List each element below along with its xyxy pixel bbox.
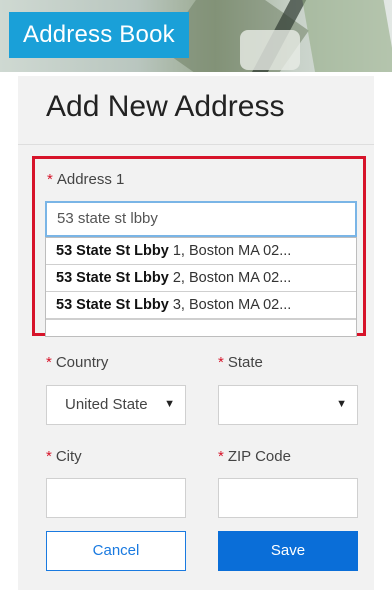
chevron-down-icon: ▼: [336, 398, 347, 410]
city-input[interactable]: [46, 478, 186, 518]
header-banner: Address Book: [0, 0, 392, 72]
zip-label: * ZIP Code: [218, 448, 291, 465]
state-select[interactable]: ▼: [218, 385, 358, 425]
city-label: * City: [46, 448, 82, 465]
suggestion-item[interactable]: 53 State St Lbby 1, Boston MA 02...: [46, 238, 356, 265]
panel-header: Add New Address: [18, 76, 374, 144]
chevron-down-icon: ▼: [164, 398, 175, 410]
app-title: Address Book: [9, 12, 189, 58]
address1-label: * Address 1: [47, 171, 125, 188]
state-label: * State: [218, 354, 263, 371]
address-highlight-box: * Address 1 53 state st lbby 53 State St …: [32, 156, 366, 337]
country-label: * Country: [46, 354, 109, 371]
country-select[interactable]: United State ▼: [46, 385, 186, 425]
suggestion-item[interactable]: 53 State St Lbby 2, Boston MA 02...: [46, 265, 356, 292]
zip-input[interactable]: [218, 478, 358, 518]
save-button[interactable]: Save: [218, 531, 358, 571]
address-suggestions-list: 53 State St Lbby 1, Boston MA 02... 53 S…: [45, 237, 357, 337]
suggestion-item[interactable]: 53 State St Lbby 3, Boston MA 02...: [46, 292, 356, 319]
cancel-button[interactable]: Cancel: [46, 531, 186, 571]
page-title: Add New Address: [46, 90, 285, 123]
address1-input[interactable]: 53 state st lbby: [45, 201, 357, 237]
